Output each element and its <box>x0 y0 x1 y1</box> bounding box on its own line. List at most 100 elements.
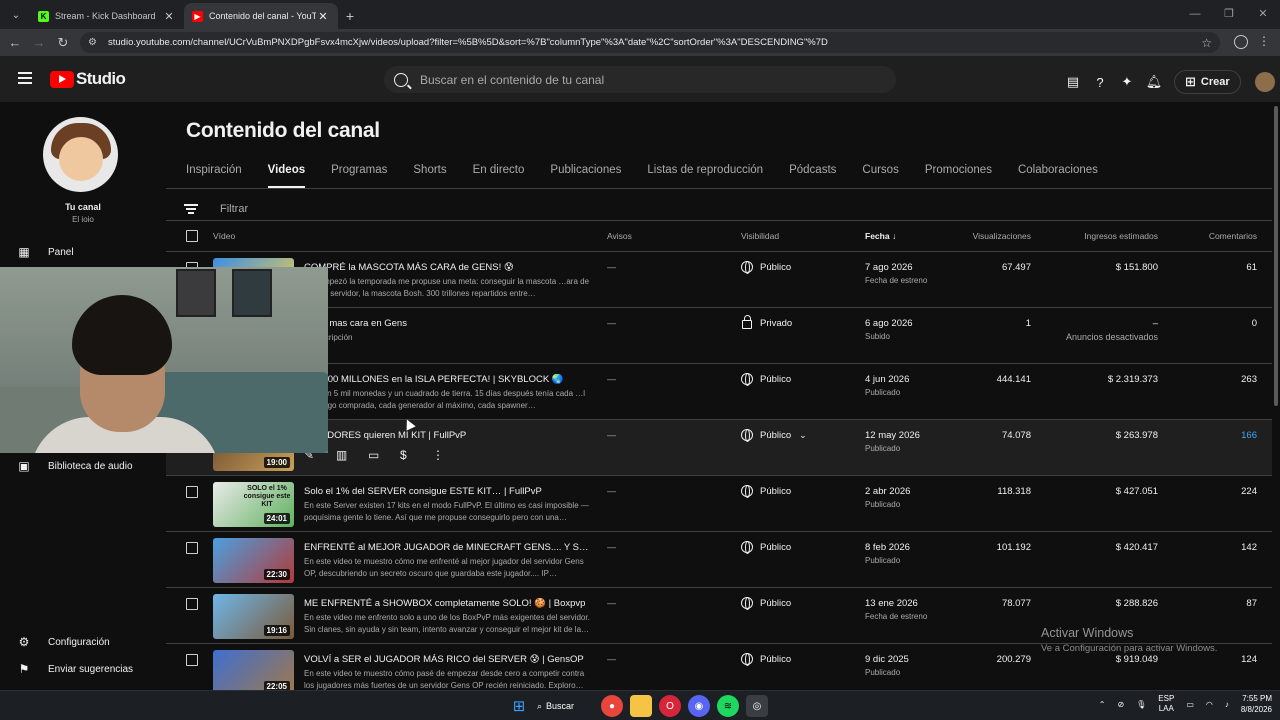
tab-videos[interactable]: Videos <box>267 164 305 188</box>
video-title[interactable]: Solo el 1% del SERVER consigue ESTE KIT…… <box>304 486 594 497</box>
select-all-checkbox[interactable] <box>186 230 198 242</box>
profile-icon[interactable] <box>1234 35 1248 49</box>
sidebar-item-panel[interactable]: ▦ Panel <box>16 245 73 259</box>
back-icon[interactable]: ← <box>3 35 27 50</box>
filter-icon[interactable] <box>184 204 198 214</box>
revenue-value: – <box>1152 318 1158 329</box>
video-thumbnail[interactable]: 22:30 <box>213 538 294 583</box>
browser-tab-kick[interactable]: K Stream - Kick Dashboard ✕ <box>30 3 184 29</box>
tab-podcasts[interactable]: Pódcasts <box>789 164 836 188</box>
sidebar-item-settings[interactable]: ⚙ Configuración <box>16 635 110 649</box>
visibility-cell[interactable]: Público <box>741 597 791 610</box>
reload-icon[interactable]: ↻ <box>51 35 75 51</box>
windows-start-icon[interactable]: ⊞ <box>508 695 530 717</box>
video-thumbnail[interactable]: 19:16 <box>213 594 294 639</box>
visibility-cell[interactable]: Público <box>741 653 791 666</box>
table-row[interactable]: 22:30 ENFRENTÉ al MEJOR JUGADOR de MINEC… <box>166 531 1272 587</box>
sidebar-item-feedback[interactable]: ⚑ Enviar sugerencias <box>16 662 133 676</box>
tab-inspiracion[interactable]: Inspiración <box>186 164 242 188</box>
notifications-bell-icon[interactable]: 🔔︎ <box>1144 72 1164 92</box>
video-title[interactable]: …GADORES quieren MI KIT | FullPvP <box>304 430 594 441</box>
video-title[interactable]: VOLVÍ a SER el JUGADOR MÁS RICO del SERV… <box>304 654 594 665</box>
video-title[interactable]: ENFRENTÉ al MEJOR JUGADOR de MINECRAFT G… <box>304 542 594 553</box>
visibility-dropdown[interactable]: Público ⌄ <box>741 429 807 442</box>
microphone-icon[interactable]: 🎙︎ <box>1136 700 1146 709</box>
row-checkbox[interactable] <box>186 654 198 666</box>
row-checkbox[interactable] <box>186 486 198 498</box>
video-title[interactable]: …ota mas cara en Gens <box>304 318 594 329</box>
studio-logo[interactable]: Studio <box>50 69 126 89</box>
tab-cursos[interactable]: Cursos <box>862 164 898 188</box>
bookmark-star-icon[interactable]: ☆ <box>1201 36 1212 50</box>
monetization-dollar-icon[interactable]: $ <box>400 448 432 462</box>
wifi-icon[interactable]: ◠ <box>1206 700 1213 709</box>
video-title[interactable]: ME ENFRENTÉ a SHOWBOX completamente SOLO… <box>304 598 594 609</box>
comments-link[interactable]: 166 <box>1241 430 1257 441</box>
tab-publicaciones[interactable]: Publicaciones <box>550 164 621 188</box>
obs-icon[interactable]: ◎ <box>746 695 768 717</box>
row-checkbox[interactable] <box>186 598 198 610</box>
tab-en-directo[interactable]: En directo <box>473 164 525 188</box>
video-thumbnail[interactable]: SOLO el 1% consigue este KIT 24:01 <box>213 482 294 527</box>
network-off-icon[interactable]: ⊘ <box>1117 700 1124 709</box>
language-indicator[interactable]: ESP LAA <box>1158 694 1174 714</box>
opera-icon[interactable]: O <box>659 695 681 717</box>
video-thumbnail[interactable]: 22:05 <box>213 650 294 690</box>
tab-listas[interactable]: Listas de reproducción <box>647 164 763 188</box>
visibility-cell[interactable]: Público <box>741 485 791 498</box>
create-button[interactable]: ⊞ Crear <box>1174 70 1241 94</box>
filter-input[interactable]: Filtrar <box>184 197 248 221</box>
new-tab-button[interactable]: + <box>338 3 362 29</box>
search-input[interactable]: Buscar en el contenido de tu canal <box>384 66 896 93</box>
browser-menu-icon[interactable]: ⋮ <box>1258 34 1270 48</box>
browser-tab-youtube[interactable]: ▶ Contenido del canal - YouTube ✕ <box>184 3 338 29</box>
subtitles-icon[interactable]: ▤ <box>1063 72 1083 92</box>
chrome-icon[interactable]: ● <box>601 695 623 717</box>
discord-icon[interactable]: ◉ <box>688 695 710 717</box>
tab-programas[interactable]: Programas <box>331 164 387 188</box>
table-row[interactable]: …ota mas cara en Gens …descripción — Pri… <box>166 307 1272 363</box>
comments-icon[interactable]: ▭ <box>368 448 400 462</box>
row-checkbox[interactable] <box>186 542 198 554</box>
tab-shorts[interactable]: Shorts <box>413 164 446 188</box>
visibility-cell[interactable]: Público <box>741 541 791 554</box>
visibility-cell[interactable]: Privado <box>741 315 792 329</box>
clock[interactable]: 7:55 PM 8/8/2026 <box>1241 693 1272 715</box>
tab-promociones[interactable]: Promociones <box>925 164 992 188</box>
minimize-icon[interactable]: — <box>1178 0 1212 29</box>
forward-icon[interactable]: → <box>27 35 51 50</box>
spotify-icon[interactable]: ≋ <box>717 695 739 717</box>
visibility-cell[interactable]: Público <box>741 373 791 386</box>
taskbar-search[interactable]: ⌕ Buscar <box>537 701 593 712</box>
column-date[interactable]: Fecha ↓ <box>865 231 896 241</box>
tab-colaboraciones[interactable]: Colaboraciones <box>1018 164 1098 188</box>
help-icon[interactable]: ? <box>1090 72 1110 92</box>
volume-icon[interactable]: ♪ <box>1225 700 1229 709</box>
display-icon[interactable]: ▭ <box>1186 700 1194 709</box>
close-tab-icon[interactable]: ✕ <box>316 10 330 23</box>
file-explorer-icon[interactable] <box>630 695 652 717</box>
video-title[interactable]: …É 500 MILLONES en la ISLA PERFECTA! | S… <box>304 374 594 385</box>
close-tab-icon[interactable]: ✕ <box>162 10 176 23</box>
account-avatar[interactable] <box>1254 72 1275 92</box>
site-info-icon[interactable]: ⚙ <box>88 37 100 48</box>
sidebar-item-audio-library[interactable]: ▣ Biblioteca de audio <box>16 459 132 473</box>
address-bar[interactable]: ⚙ studio.youtube.com/channel/UCrVuBmPNXD… <box>80 32 1220 53</box>
hamburger-menu-icon[interactable] <box>18 72 32 84</box>
tray-chevron-up-icon[interactable]: ⌃ <box>1099 700 1106 709</box>
table-row[interactable]: SOLO el 1% consigue este KIT 24:01 Solo … <box>166 475 1272 531</box>
visibility-cell[interactable]: Público <box>741 261 791 274</box>
more-options-icon[interactable]: ⋮ <box>432 448 464 462</box>
close-window-icon[interactable]: ✕ <box>1246 0 1280 29</box>
table-row[interactable]: …É 500 MILLONES en la ISLA PERFECTA! | S… <box>166 363 1272 419</box>
restore-icon[interactable]: ❐ <box>1212 0 1246 29</box>
table-row[interactable]: COMPRÉ la MASCOTA MÁS CARA de GENS! 😰 …o… <box>166 251 1272 307</box>
scrollbar-thumb[interactable] <box>1274 106 1278 406</box>
video-title[interactable]: COMPRÉ la MASCOTA MÁS CARA de GENS! 😰 <box>304 262 594 273</box>
analytics-icon[interactable]: ▥ <box>336 448 368 462</box>
channel-avatar[interactable] <box>43 117 118 192</box>
scrollbar[interactable] <box>1272 102 1280 690</box>
table-row[interactable]: 19:00 …GADORES quieren MI KIT | FullPvP … <box>166 419 1272 475</box>
tab-search-icon[interactable]: ⌄ <box>4 4 28 26</box>
sparkle-icon[interactable]: ✦ <box>1117 72 1137 92</box>
